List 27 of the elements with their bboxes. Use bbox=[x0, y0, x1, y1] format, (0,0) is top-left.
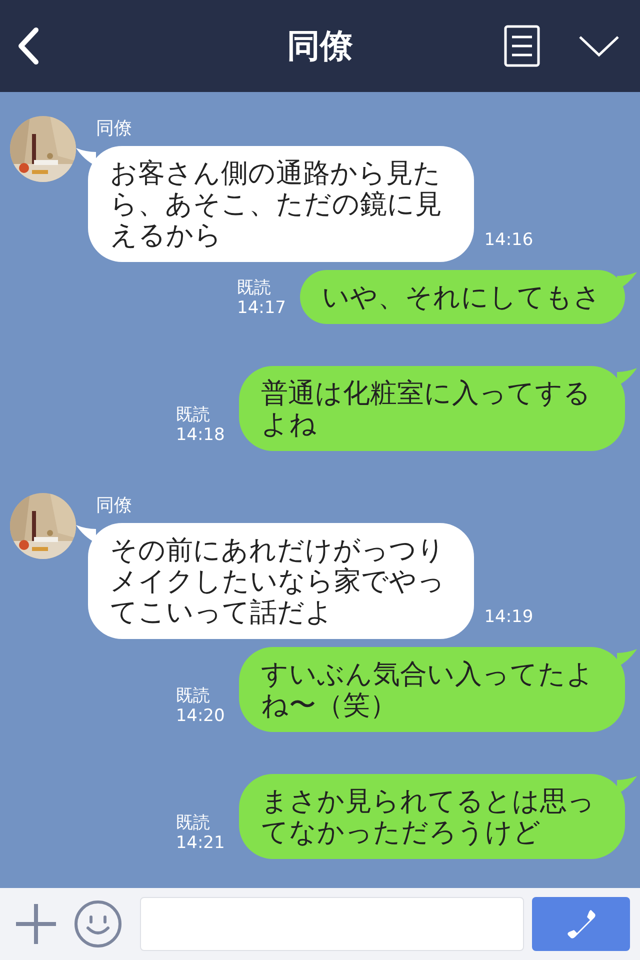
read-receipt: 既読 bbox=[237, 278, 271, 298]
message-text: その前にあれだけがっつりメイクしたいなら家でやってこいって話だよ bbox=[110, 535, 446, 628]
timestamp: 14:21 bbox=[176, 833, 225, 853]
timestamp: 14:18 bbox=[176, 425, 225, 445]
message-text: いや、それにしてもさ bbox=[322, 282, 601, 313]
message-text: お客さん側の通路から見たら、あそこ、ただの鏡に見えるから bbox=[110, 158, 443, 251]
message-text: すいぶん気合い入ってたよね〜（笑） bbox=[260, 659, 595, 721]
read-receipt: 既読 bbox=[176, 686, 210, 706]
read-receipt: 既読 bbox=[176, 813, 210, 833]
read-receipt: 既読 bbox=[176, 405, 210, 425]
notes-icon[interactable] bbox=[504, 25, 540, 67]
back-icon[interactable] bbox=[16, 26, 40, 66]
smiley-icon[interactable] bbox=[74, 900, 122, 948]
chat-title: 同僚 bbox=[287, 24, 353, 66]
plus-icon[interactable] bbox=[16, 904, 56, 944]
sender-name: 同僚 bbox=[96, 494, 132, 517]
timestamp: 14:17 bbox=[237, 298, 286, 318]
sender-name: 同僚 bbox=[96, 117, 132, 140]
message-text: まさか見られてるとは思ってなかっただろうけど bbox=[260, 786, 596, 848]
message-text: 普通は化粧室に入ってするよね bbox=[260, 378, 592, 440]
message-input[interactable] bbox=[140, 897, 524, 951]
call-button[interactable] bbox=[532, 897, 630, 951]
phone-icon bbox=[565, 908, 597, 940]
chevron-down-icon[interactable] bbox=[578, 35, 620, 57]
timestamp: 14:16 bbox=[484, 230, 534, 250]
timestamp: 14:20 bbox=[176, 706, 225, 726]
timestamp: 14:19 bbox=[484, 607, 534, 627]
